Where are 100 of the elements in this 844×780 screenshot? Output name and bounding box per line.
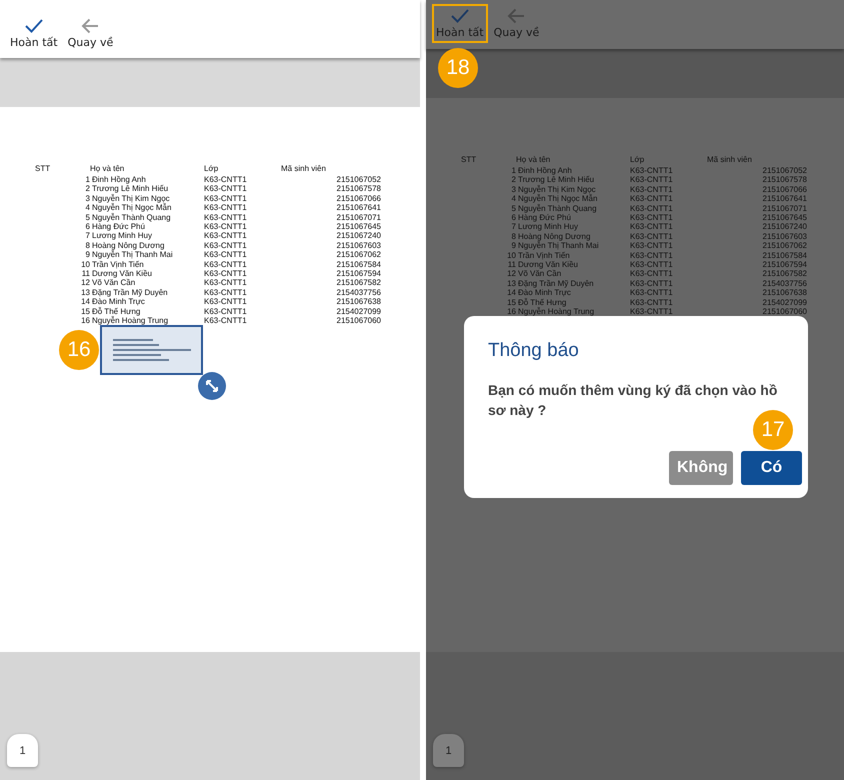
table-cell-text: 2 xyxy=(84,184,91,194)
table-cell-text: 2151067594 xyxy=(762,260,808,270)
table-cell-text: K63-CNTT1 xyxy=(204,288,248,298)
table-cell-text: K63-CNTT1 xyxy=(204,184,248,194)
table-cell-text: Đỗ Thế Hưng xyxy=(92,306,142,316)
table-cell-text: K63-CNTT1 xyxy=(630,204,674,214)
table-cell-text: 15 xyxy=(80,306,91,316)
table-cell-text: K63-CNTT1 xyxy=(204,269,248,278)
table-cell-text: K63-CNTT1 xyxy=(630,232,674,242)
table-cell-text: 2151067071 xyxy=(336,212,382,222)
table-cell-text: Đặng Trần Mỹ Duyên xyxy=(92,288,169,298)
table-cell-text: 2151067240 xyxy=(336,231,382,241)
table-cell-text: 2151067578 xyxy=(762,175,808,185)
table-cell-text: 15 xyxy=(506,298,517,308)
table-cell-text: Trương Lê Minh Hiếu xyxy=(92,184,170,194)
table-cell-text: K63-CNTT1 xyxy=(204,297,248,307)
column-header: Mã sinh viên xyxy=(707,154,753,166)
table-cell-text: 14 xyxy=(80,297,91,307)
page-number-tab[interactable]: 1 xyxy=(433,734,464,767)
table-cell-text: Nguyễn Thị Thanh Mai xyxy=(92,250,174,260)
table-cell-text: 13 xyxy=(80,288,91,298)
table-cell-text: Đinh Hồng Anh xyxy=(92,175,147,184)
table-cell-text: K63-CNTT1 xyxy=(630,213,674,222)
table-cell-text: K63-CNTT1 xyxy=(204,250,248,260)
table-cell-text: 2 xyxy=(510,175,517,185)
table-cell-text: Đặng Trần Mỹ Duyên xyxy=(518,278,595,288)
table-cell-text: Nguyễn Thành Quang xyxy=(518,204,598,214)
table-cell-text: Đào Minh Trực xyxy=(92,297,146,307)
table-cell-text: K63-CNTT1 xyxy=(630,184,674,194)
back-button[interactable]: Quay về xyxy=(64,14,118,53)
check-icon xyxy=(450,8,470,24)
table-cell-text: Đào Minh Trực xyxy=(518,288,572,298)
table-cell-text: 5 xyxy=(84,212,91,222)
table-cell-text: K63-CNTT1 xyxy=(204,240,248,250)
table-cell-text: 2151067645 xyxy=(336,222,382,232)
table-cell-text: Hàng Đức Phú xyxy=(92,222,146,232)
table-cell-text: Trần Vịnh Tiến xyxy=(92,260,145,270)
table-cell-text: 2151067645 xyxy=(762,213,808,222)
table-cell-text: Nguyễn Thị Ngọc Mẫn xyxy=(92,203,172,213)
column-header: Họ và tên xyxy=(516,154,552,166)
table-cell-text: Nguyễn Thị Kim Ngọc xyxy=(92,194,171,203)
back-arrow-icon xyxy=(507,8,526,24)
dialog-title: Thông báo xyxy=(488,340,580,362)
table-cell-text: 2151067638 xyxy=(762,288,808,298)
step-badge: 16 xyxy=(59,330,99,370)
back-arrow-icon xyxy=(81,18,100,34)
table-cell-text: K63-CNTT1 xyxy=(204,231,248,241)
table-cell-text: 12 xyxy=(80,278,91,288)
column-header: Mã sinh viên xyxy=(281,163,327,175)
table-cell-text: 4 xyxy=(510,194,517,204)
table-cell-text: K63-CNTT1 xyxy=(630,298,674,308)
table-cell-text: 2151067240 xyxy=(762,222,808,232)
column-header: STT xyxy=(461,154,478,166)
table-cell-text: 2151067066 xyxy=(762,184,808,194)
table-cell-text: K63-CNTT1 xyxy=(630,269,674,279)
table-cell-text: 2151067066 xyxy=(336,194,382,204)
table-cell-text: K63-CNTT1 xyxy=(630,222,674,232)
table-cell-text: Trần Vịnh Tiến xyxy=(518,250,571,260)
table-cell-text: 10 xyxy=(506,250,517,260)
table-cell-text: K63-CNTT1 xyxy=(630,175,674,185)
table-cell-text: K63-CNTT1 xyxy=(204,212,248,222)
table-cell-text: K63-CNTT1 xyxy=(204,306,248,316)
table-cell-text: K63-CNTT1 xyxy=(204,278,248,288)
resize-handle-icon[interactable] xyxy=(198,372,226,400)
table-cell-text: 2154027099 xyxy=(336,306,382,316)
table-cell-text: K63-CNTT1 xyxy=(630,194,674,204)
table-cell-text: 10 xyxy=(80,260,91,270)
table-cell-text: 8 xyxy=(510,232,517,242)
table-cell-text: 2151067071 xyxy=(762,204,808,214)
table-cell-text: K63-CNTT1 xyxy=(204,203,248,213)
table-cell-text: 2151067641 xyxy=(762,194,808,204)
confirm-button[interactable]: Có xyxy=(741,451,802,485)
page-number-tab[interactable]: 1 xyxy=(7,734,38,767)
table-cell-text: 2151067052 xyxy=(762,166,808,176)
table-cell-text: Đỗ Thế Hưng xyxy=(518,298,568,307)
table-cell-text: 2151067594 xyxy=(336,269,382,278)
table-cell-text: 2151067584 xyxy=(762,250,808,260)
table-cell-text: 2151067060 xyxy=(762,307,808,316)
table-cell-text: K63-CNTT1 xyxy=(204,260,248,270)
table-cell-text: K63-CNTT1 xyxy=(630,166,674,176)
table-cell-text: 4 xyxy=(84,203,91,213)
table-cell-text: Võ Văn Cần xyxy=(518,269,562,279)
table-cell-text: 14 xyxy=(506,288,517,298)
done-button[interactable]: Hoàn tất xyxy=(6,14,62,53)
signature-area[interactable] xyxy=(100,325,203,375)
table-cell-text: Trương Lê Minh Hiếu xyxy=(518,175,596,185)
table-cell-text: 1 xyxy=(510,166,517,176)
table-cell-text: K63-CNTT1 xyxy=(630,241,674,251)
column-header: STT xyxy=(35,163,52,175)
table-cell-text: Hoàng Nông Dương xyxy=(92,240,166,250)
table-cell-text: 2151067638 xyxy=(336,297,382,307)
column-header: Lớp xyxy=(630,154,646,166)
table-cell-text: Nguyễn Thị Kim Ngọc xyxy=(518,184,597,194)
table-cell-text: K63-CNTT1 xyxy=(204,194,248,204)
table-cell-text: 2151067578 xyxy=(336,184,382,194)
table-cell-text: 2151067062 xyxy=(762,241,808,251)
table-cell-text: 2151067062 xyxy=(336,250,382,260)
step-badge: 17 xyxy=(753,410,793,450)
table-cell-text: Lương Minh Huy xyxy=(518,222,579,232)
table-cell-text: Nguyễn Thị Ngọc Mẫn xyxy=(518,194,598,204)
